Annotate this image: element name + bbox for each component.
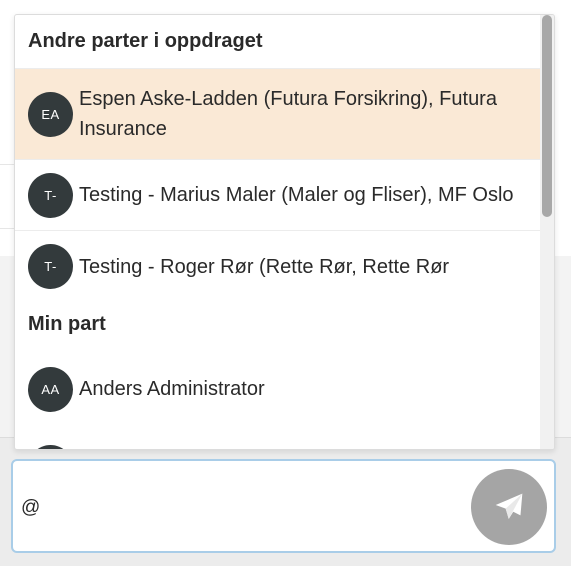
avatar: EA [28, 91, 73, 137]
mention-option-label: Testing - Roger Rør (Rette Rør, Rette Rø… [79, 255, 450, 278]
scrollbar[interactable] [540, 15, 554, 449]
mention-option[interactable]: EA Espen Aske-Ladden (Futura Forsikring)… [15, 69, 540, 160]
message-input[interactable]: @ [11, 459, 556, 553]
avatar [28, 445, 73, 449]
avatar: T- [28, 172, 73, 218]
divider [0, 164, 14, 165]
scrollbar-thumb[interactable] [542, 15, 552, 217]
mention-option-label: Testing - Marius Maler (Maler og Fliser)… [79, 184, 514, 206]
avatar: T- [28, 244, 73, 289]
mention-dropdown[interactable]: Andre parter i oppdraget EA Espen Aske-L… [14, 14, 555, 450]
paper-plane-icon [493, 491, 525, 523]
send-button[interactable] [471, 469, 547, 545]
mention-option-label: Espen Aske-Ladden (Futura Forsikring), F… [79, 88, 497, 140]
divider [0, 228, 14, 229]
avatar: AA [28, 366, 73, 412]
section-header-other-parties: Andre parter i oppdraget [15, 15, 540, 69]
mention-option[interactable]: T- Testing - Marius Maler (Maler og Flis… [15, 160, 540, 231]
mention-list: Andre parter i oppdraget EA Espen Aske-L… [15, 15, 540, 449]
section-header-my-party: Min part [28, 312, 106, 335]
mention-option-label: Anders Administrator [79, 378, 265, 400]
mention-option[interactable]: AA Anders Administrator [15, 346, 540, 432]
message-input-value: @ [21, 497, 41, 518]
mention-option[interactable] [15, 432, 540, 449]
mention-option[interactable]: T- Testing - Roger Rør (Rette Rør, Rette… [15, 231, 540, 302]
